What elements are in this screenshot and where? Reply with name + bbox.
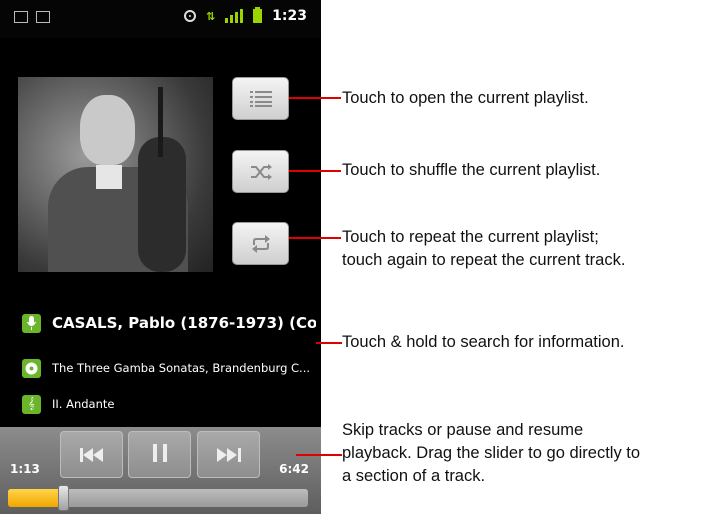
- status-bar: ⇅ 1:23: [0, 0, 321, 38]
- album-label: The Three Gamba Sonatas, Brandenburg C..…: [52, 361, 311, 375]
- seek-progress: [8, 489, 62, 507]
- caption-skip-1: Skip tracks or pause and resume: [342, 421, 584, 439]
- repeat-icon: [251, 234, 271, 253]
- playback-controls: 1:13 6:42: [0, 427, 321, 514]
- seek-thumb[interactable]: [58, 485, 69, 511]
- signal-icon: [225, 9, 244, 23]
- skip-back-icon: [79, 443, 104, 467]
- artist-label: CASALS, Pablo (1876-1973) (Co...: [52, 314, 316, 332]
- playlist-icon: [249, 90, 272, 107]
- previous-button[interactable]: [60, 431, 123, 478]
- seek-bar[interactable]: [8, 485, 308, 511]
- shuffle-icon: [250, 163, 272, 180]
- callout-line-search: [316, 342, 342, 344]
- microphone-icon: [22, 313, 41, 333]
- caption-skip-2: playback. Drag the slider to go directly…: [342, 444, 641, 462]
- callout-line-controls: [296, 454, 342, 456]
- caption-skip-3: a section of a track.: [342, 467, 486, 485]
- album-row[interactable]: The Three Gamba Sonatas, Brandenburg C..…: [0, 350, 321, 386]
- caption-shuffle: Touch to shuffle the current playlist.: [342, 161, 601, 179]
- phone-screen: ⇅ 1:23 CASALS, Pablo (1876-1973) (Co...: [0, 0, 321, 514]
- system-icons: ⇅ 1:23: [183, 7, 307, 24]
- next-button[interactable]: [197, 431, 260, 478]
- mail-icon: [14, 11, 28, 23]
- caption-repeat-2: touch again to repeat the current track.: [342, 251, 626, 269]
- elapsed-time: 1:13: [10, 462, 40, 476]
- gps-icon: [183, 10, 196, 22]
- battery-icon: [253, 7, 263, 23]
- caption-playlist: Touch to open the current playlist.: [342, 89, 589, 107]
- shuffle-button[interactable]: [232, 150, 289, 193]
- pause-button[interactable]: [128, 431, 191, 478]
- caption-search: Touch & hold to search for information.: [342, 333, 625, 351]
- notification-icons: [14, 11, 50, 23]
- callout-line-repeat: [289, 237, 341, 239]
- calendar-icon: [36, 11, 50, 23]
- music-note-icon: 𝄞: [22, 394, 41, 414]
- callout-line-shuffle: [289, 170, 341, 172]
- artist-row[interactable]: CASALS, Pablo (1876-1973) (Co...: [0, 305, 321, 341]
- album-art: [18, 77, 213, 272]
- repeat-button[interactable]: [232, 222, 289, 265]
- skip-forward-icon: [216, 443, 241, 467]
- playlist-button[interactable]: [232, 77, 289, 120]
- disc-icon: [22, 358, 41, 378]
- song-title-label: II. Andante: [52, 397, 115, 411]
- title-row[interactable]: 𝄞 II. Andante: [0, 386, 321, 422]
- pause-icon: [152, 443, 167, 467]
- callout-line-playlist: [289, 97, 341, 99]
- clock: 1:23: [272, 8, 307, 24]
- caption-repeat-1: Touch to repeat the current playlist;: [342, 228, 599, 246]
- total-duration: 6:42: [279, 462, 309, 476]
- data-activity-icon: ⇅: [205, 9, 216, 23]
